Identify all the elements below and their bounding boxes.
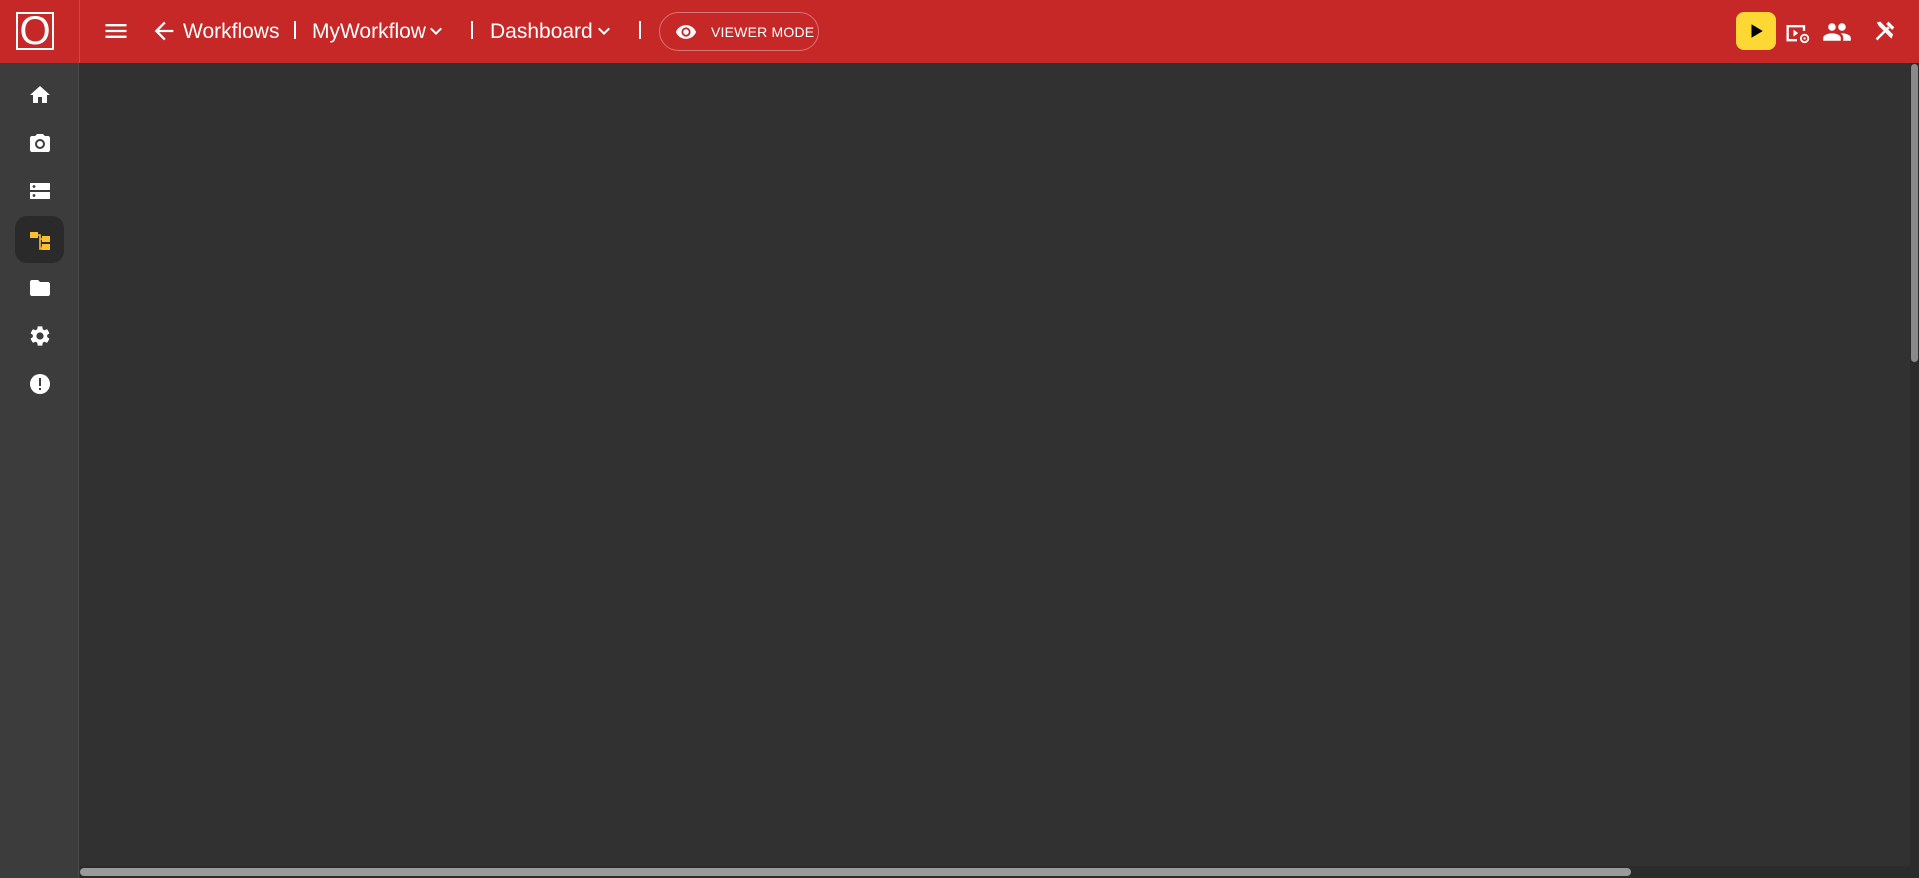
- breadcrumb-separator: [294, 21, 296, 39]
- breadcrumb-separator: [639, 21, 641, 39]
- logo-area: O: [0, 0, 80, 63]
- gear-icon: [30, 326, 50, 346]
- sidebar-item-storage[interactable]: [15, 167, 64, 214]
- vertical-scrollbar-thumb[interactable]: [1911, 64, 1918, 362]
- workflow-selector[interactable]: MyWorkflow: [312, 18, 426, 45]
- viewer-mode-label: VIEWER MODE: [711, 24, 815, 40]
- run-button[interactable]: [1736, 12, 1776, 50]
- view-selector[interactable]: Dashboard: [490, 18, 593, 45]
- sidebar: [0, 63, 79, 878]
- workflow-tree-icon: [30, 232, 50, 250]
- app-logo-letter: O: [19, 9, 51, 53]
- sidebar-item-alerts[interactable]: [15, 360, 64, 407]
- sidebar-item-home[interactable]: [15, 71, 64, 118]
- chevron-down-icon[interactable]: [592, 19, 616, 43]
- storage-icon: [30, 183, 50, 199]
- sidebar-item-settings[interactable]: [15, 312, 64, 359]
- eye-icon: [675, 25, 697, 39]
- tools-icon[interactable]: [1871, 17, 1899, 45]
- breadcrumb-workflows[interactable]: Workflows: [183, 18, 279, 45]
- play-icon: [1751, 24, 1763, 38]
- sidebar-item-files[interactable]: [15, 264, 64, 311]
- home-icon: [30, 86, 50, 103]
- dashboard-canvas[interactable]: [80, 63, 1910, 868]
- top-bar: O Workflows MyWorkflow Dashboard VIEWER …: [0, 0, 1919, 63]
- app-logo[interactable]: O: [16, 9, 54, 53]
- horizontal-scrollbar-thumb[interactable]: [80, 868, 1631, 876]
- people-icon[interactable]: [1822, 17, 1852, 47]
- chevron-down-icon[interactable]: [424, 19, 448, 43]
- camera-icon: [30, 134, 50, 152]
- breadcrumb-separator: [471, 21, 473, 39]
- viewer-mode-toggle[interactable]: VIEWER MODE: [659, 12, 819, 51]
- arrow-left-icon[interactable]: [150, 17, 178, 45]
- sidebar-item-workflows[interactable]: [15, 216, 64, 263]
- video-settings-icon[interactable]: [1783, 18, 1811, 46]
- folder-icon: [30, 280, 50, 296]
- alert-circle-icon: [30, 374, 50, 394]
- hamburger-menu-icon[interactable]: [102, 17, 130, 45]
- sidebar-item-camera[interactable]: [15, 119, 64, 166]
